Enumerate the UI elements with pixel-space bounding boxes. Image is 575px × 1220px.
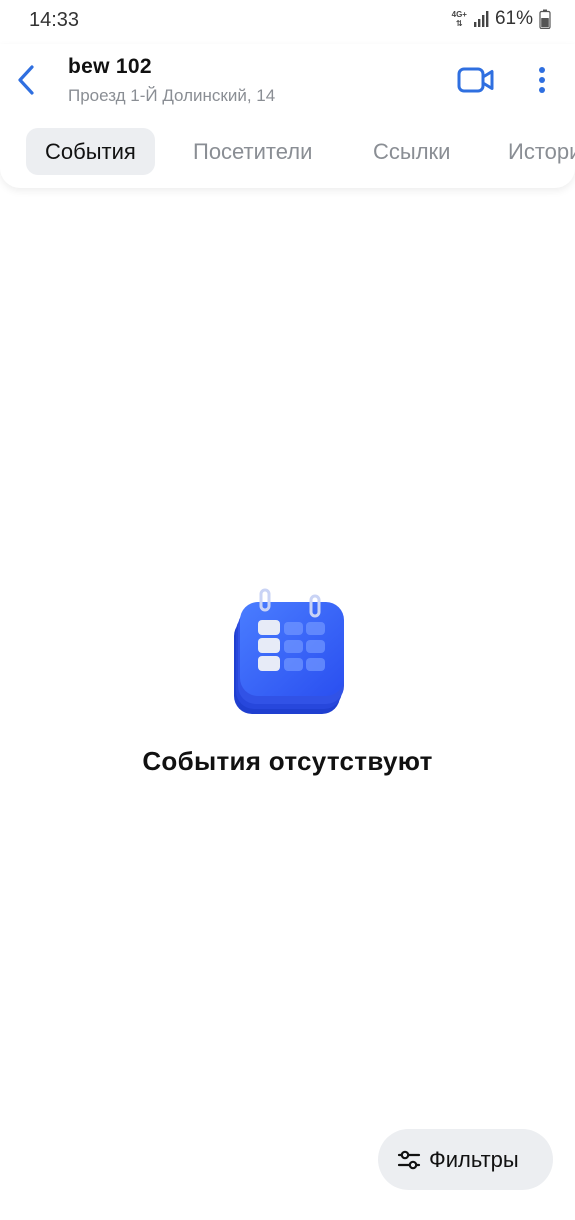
screen: 14:33 4G+ ⇅ 61% bew 102 Проезд 1-Й Долин… [0, 0, 575, 1220]
status-time: 14:33 [29, 9, 80, 31]
filters-label: Фильтры [429, 1146, 519, 1172]
tab-bar: События Посетители Ссылки История [0, 128, 575, 176]
signal-icon [473, 11, 489, 27]
more-vertical-icon [539, 67, 545, 93]
data-arrows-icon: ⇅ [455, 19, 463, 28]
page-subtitle: Проезд 1-Й Долинский, 14 [68, 86, 276, 105]
tab-history[interactable]: История [508, 128, 575, 175]
tab-links[interactable]: Ссылки [373, 128, 450, 175]
header: bew 102 Проезд 1-Й Долинский, 14 События… [0, 44, 575, 188]
network-type-label: 4G+ [451, 10, 467, 19]
sliders-icon [397, 1150, 421, 1169]
video-camera-icon [457, 67, 494, 93]
empty-state-title: События отсутствуют [142, 746, 433, 776]
battery-icon [539, 9, 551, 29]
tab-visitors[interactable]: Посетители [193, 128, 312, 175]
video-button[interactable] [455, 62, 497, 98]
more-options-button[interactable] [528, 60, 556, 100]
status-indicators: 4G+ ⇅ 61% [452, 8, 551, 30]
calendar-icon [234, 588, 344, 714]
chevron-left-icon [18, 65, 34, 95]
status-bar: 14:33 4G+ ⇅ 61% [0, 0, 575, 44]
back-button[interactable] [8, 58, 44, 102]
tab-events[interactable]: События [26, 128, 155, 175]
page-title: bew 102 [68, 55, 152, 78]
filters-button[interactable]: Фильтры [378, 1129, 553, 1190]
battery-percent: 61% [494, 8, 533, 29]
network-type: 4G+ ⇅ [452, 10, 467, 28]
